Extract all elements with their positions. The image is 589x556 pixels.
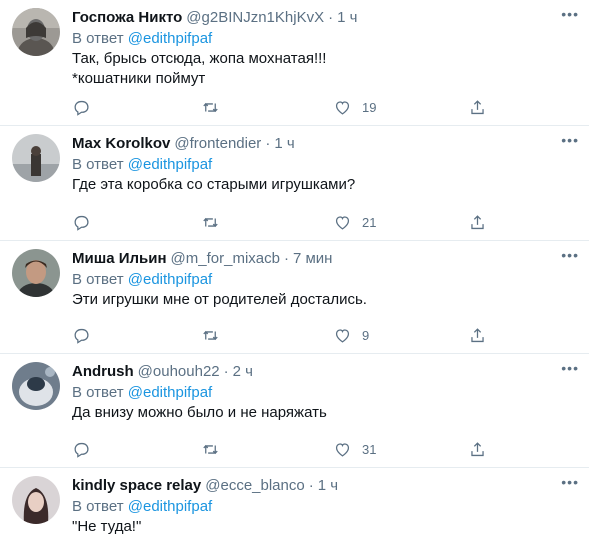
reply-button[interactable] xyxy=(72,440,91,459)
tweet-actions: 9 xyxy=(72,323,577,347)
share-icon xyxy=(471,327,484,342)
like-count: 21 xyxy=(362,214,377,230)
tweet[interactable]: Andrush @ouhouh22 · 2 ч В ответ @edithpi… xyxy=(0,354,589,468)
share-button[interactable] xyxy=(468,98,487,117)
reply-to-line: В ответ @edithpifpaf xyxy=(72,497,577,517)
avatar[interactable] xyxy=(12,8,60,56)
retweet-button[interactable] xyxy=(201,98,220,117)
like-button[interactable]: 31 xyxy=(333,440,376,459)
tweet-text: "Не туда!" xyxy=(72,518,142,535)
reply-button[interactable] xyxy=(72,326,91,345)
reply-prefix: В ответ xyxy=(72,384,124,401)
share-button[interactable] xyxy=(468,440,487,459)
avatar[interactable] xyxy=(12,476,60,524)
mention-link[interactable]: @edithpifpaf xyxy=(128,384,212,401)
reply-prefix: В ответ xyxy=(72,156,124,173)
author-handle[interactable]: @frontendier xyxy=(174,135,261,152)
tweet[interactable]: kindly space relay @ecce_blanco · 1 ч В … xyxy=(0,468,589,556)
like-count: 31 xyxy=(362,441,377,457)
like-button[interactable]: 9 xyxy=(333,326,369,345)
retweet-button[interactable] xyxy=(201,440,220,459)
reply-button[interactable] xyxy=(72,98,91,117)
retweet-button[interactable] xyxy=(201,326,220,345)
more-options-icon[interactable]: ••• xyxy=(561,6,579,22)
more-options-icon[interactable]: ••• xyxy=(561,247,579,263)
like-count: 19 xyxy=(362,99,377,115)
reply-prefix: В ответ xyxy=(72,30,124,47)
tweet-text: Где эта коробка со старыми игрушками? xyxy=(72,176,356,193)
retweet-icon xyxy=(203,102,218,112)
timestamp[interactable]: 1 ч xyxy=(274,135,294,152)
retweet-icon xyxy=(203,330,218,340)
more-options-icon[interactable]: ••• xyxy=(561,132,579,148)
author-handle[interactable]: @g2BINJzn1KhjKvX xyxy=(186,9,324,26)
tweet-text: Так, брысь отсюда, жопа мохнатая!!! *кош… xyxy=(72,50,327,87)
retweet-button[interactable] xyxy=(201,213,220,232)
tweet-actions: 31 xyxy=(72,437,577,461)
separator-dot: · xyxy=(265,134,271,152)
tweet[interactable]: Госпожа Никто @g2BINJzn1KhjKvX · 1 ч В о… xyxy=(0,0,589,126)
reply-feed: Госпожа Никто @g2BINJzn1KhjKvX · 1 ч В о… xyxy=(0,0,589,556)
more-options-icon[interactable]: ••• xyxy=(561,474,579,490)
tweet-actions: 21 xyxy=(72,210,577,234)
avatar[interactable] xyxy=(12,249,60,297)
reply-icon xyxy=(74,215,89,231)
tweet[interactable]: Миша Ильин @m_for_mixacb · 7 мин В ответ… xyxy=(0,241,589,354)
avatar[interactable] xyxy=(12,362,60,410)
tweet-text: Да внизу можно было и не наряжать xyxy=(72,404,327,421)
reply-icon xyxy=(74,442,89,458)
share-icon xyxy=(471,99,484,114)
reply-button[interactable] xyxy=(72,213,91,232)
reply-to-line: В ответ @edithpifpaf xyxy=(72,29,577,49)
retweet-icon xyxy=(203,217,218,227)
separator-dot: · xyxy=(223,362,229,380)
heart-icon xyxy=(335,100,350,115)
timestamp[interactable]: 2 ч xyxy=(233,363,253,380)
timestamp[interactable]: 1 ч xyxy=(318,477,338,494)
share-icon xyxy=(471,441,484,456)
share-button[interactable] xyxy=(468,326,487,345)
separator-dot: · xyxy=(283,249,289,267)
reply-to-line: В ответ @edithpifpaf xyxy=(72,383,577,403)
mention-link[interactable]: @edithpifpaf xyxy=(128,30,212,47)
share-icon xyxy=(471,214,484,229)
author-name[interactable]: Max Korolkov xyxy=(72,135,170,152)
tweet-text: Эти игрушки мне от родителей достались. xyxy=(72,291,367,308)
tweet-actions: 19 xyxy=(72,95,577,119)
heart-icon xyxy=(335,328,350,343)
like-button[interactable]: 21 xyxy=(333,213,376,232)
author-name[interactable]: Миша Ильин xyxy=(72,250,167,267)
like-count: 9 xyxy=(362,327,370,343)
author-name[interactable]: kindly space relay xyxy=(72,477,201,494)
reply-to-line: В ответ @edithpifpaf xyxy=(72,155,577,175)
mention-link[interactable]: @edithpifpaf xyxy=(128,271,212,288)
timestamp[interactable]: 1 ч xyxy=(337,9,357,26)
share-button[interactable] xyxy=(468,213,487,232)
retweet-icon xyxy=(203,444,218,454)
heart-icon xyxy=(335,215,350,230)
author-name[interactable]: Andrush xyxy=(72,363,134,380)
reply-icon xyxy=(74,100,89,116)
reply-icon xyxy=(74,328,89,344)
reply-to-line: В ответ @edithpifpaf xyxy=(72,270,577,290)
separator-dot: · xyxy=(328,8,334,26)
tweet[interactable]: Max Korolkov @frontendier · 1 ч В ответ … xyxy=(0,126,589,241)
like-button[interactable]: 19 xyxy=(333,98,376,117)
author-handle[interactable]: @m_for_mixacb xyxy=(171,250,280,267)
reply-prefix: В ответ xyxy=(72,271,124,288)
separator-dot: · xyxy=(308,476,314,494)
mention-link[interactable]: @edithpifpaf xyxy=(128,156,212,173)
timestamp[interactable]: 7 мин xyxy=(293,250,333,267)
author-name[interactable]: Госпожа Никто xyxy=(72,9,182,26)
author-handle[interactable]: @ecce_blanco xyxy=(205,477,304,494)
more-options-icon[interactable]: ••• xyxy=(561,360,579,376)
reply-prefix: В ответ xyxy=(72,498,124,515)
author-handle[interactable]: @ouhouh22 xyxy=(138,363,220,380)
avatar[interactable] xyxy=(12,134,60,182)
heart-icon xyxy=(335,442,350,457)
mention-link[interactable]: @edithpifpaf xyxy=(128,498,212,515)
